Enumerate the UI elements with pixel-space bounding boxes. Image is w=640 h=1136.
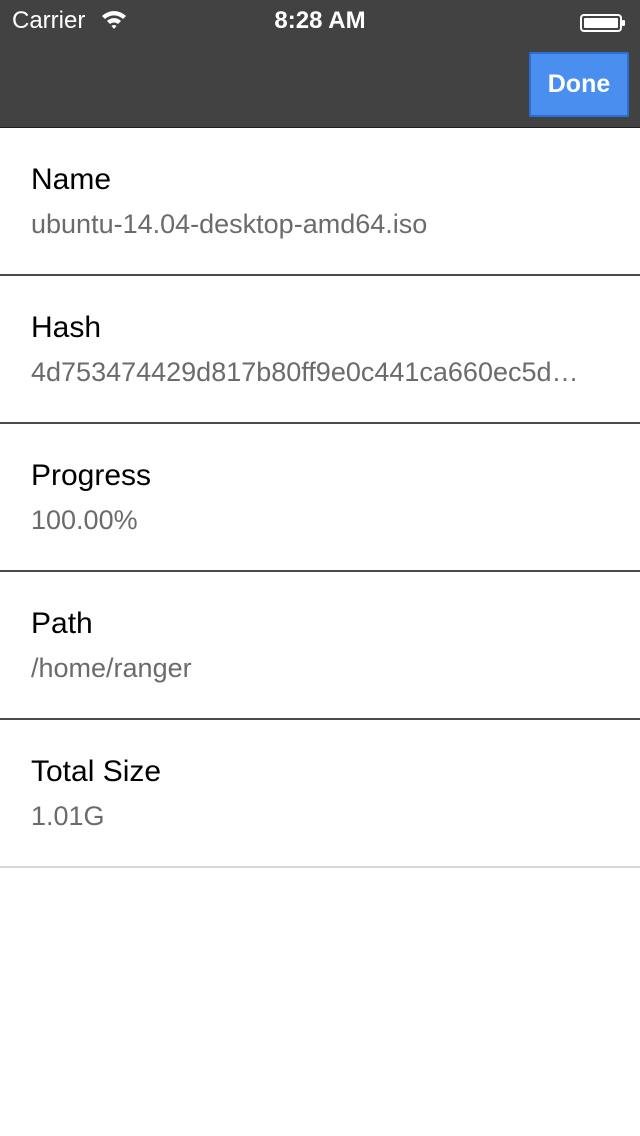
battery-icon [580, 11, 626, 32]
detail-row-progress: Progress 100.00% [0, 424, 640, 572]
done-button[interactable]: Done [529, 52, 629, 117]
status-bar: Carrier 8:28 AM [0, 0, 640, 40]
detail-row-hash: Hash 4d753474429d817b80ff9e0c441ca660ec5… [0, 276, 640, 424]
detail-label: Path [31, 607, 93, 640]
detail-label: Hash [31, 311, 102, 344]
top-bar: Carrier 8:28 AM Done [0, 0, 640, 128]
detail-label: Total Size [31, 755, 162, 788]
detail-row-path: Path /home/ranger [0, 572, 640, 720]
detail-row-name: Name ubuntu-14.04-desktop-amd64.iso [0, 128, 640, 276]
detail-value: 100.00% [31, 505, 138, 535]
detail-label: Progress [31, 459, 152, 492]
details-list: Name ubuntu-14.04-desktop-amd64.iso Hash… [0, 128, 640, 868]
detail-row-total-size: Total Size 1.01G [0, 720, 640, 868]
detail-value: 4d753474429d817b80ff9e0c441ca660ec5d… [31, 357, 579, 387]
detail-value: 1.01G [31, 801, 105, 831]
status-time: 8:28 AM [274, 7, 366, 34]
detail-label: Name [31, 163, 112, 196]
detail-value: /home/ranger [31, 653, 192, 683]
detail-value: ubuntu-14.04-desktop-amd64.iso [31, 209, 428, 239]
